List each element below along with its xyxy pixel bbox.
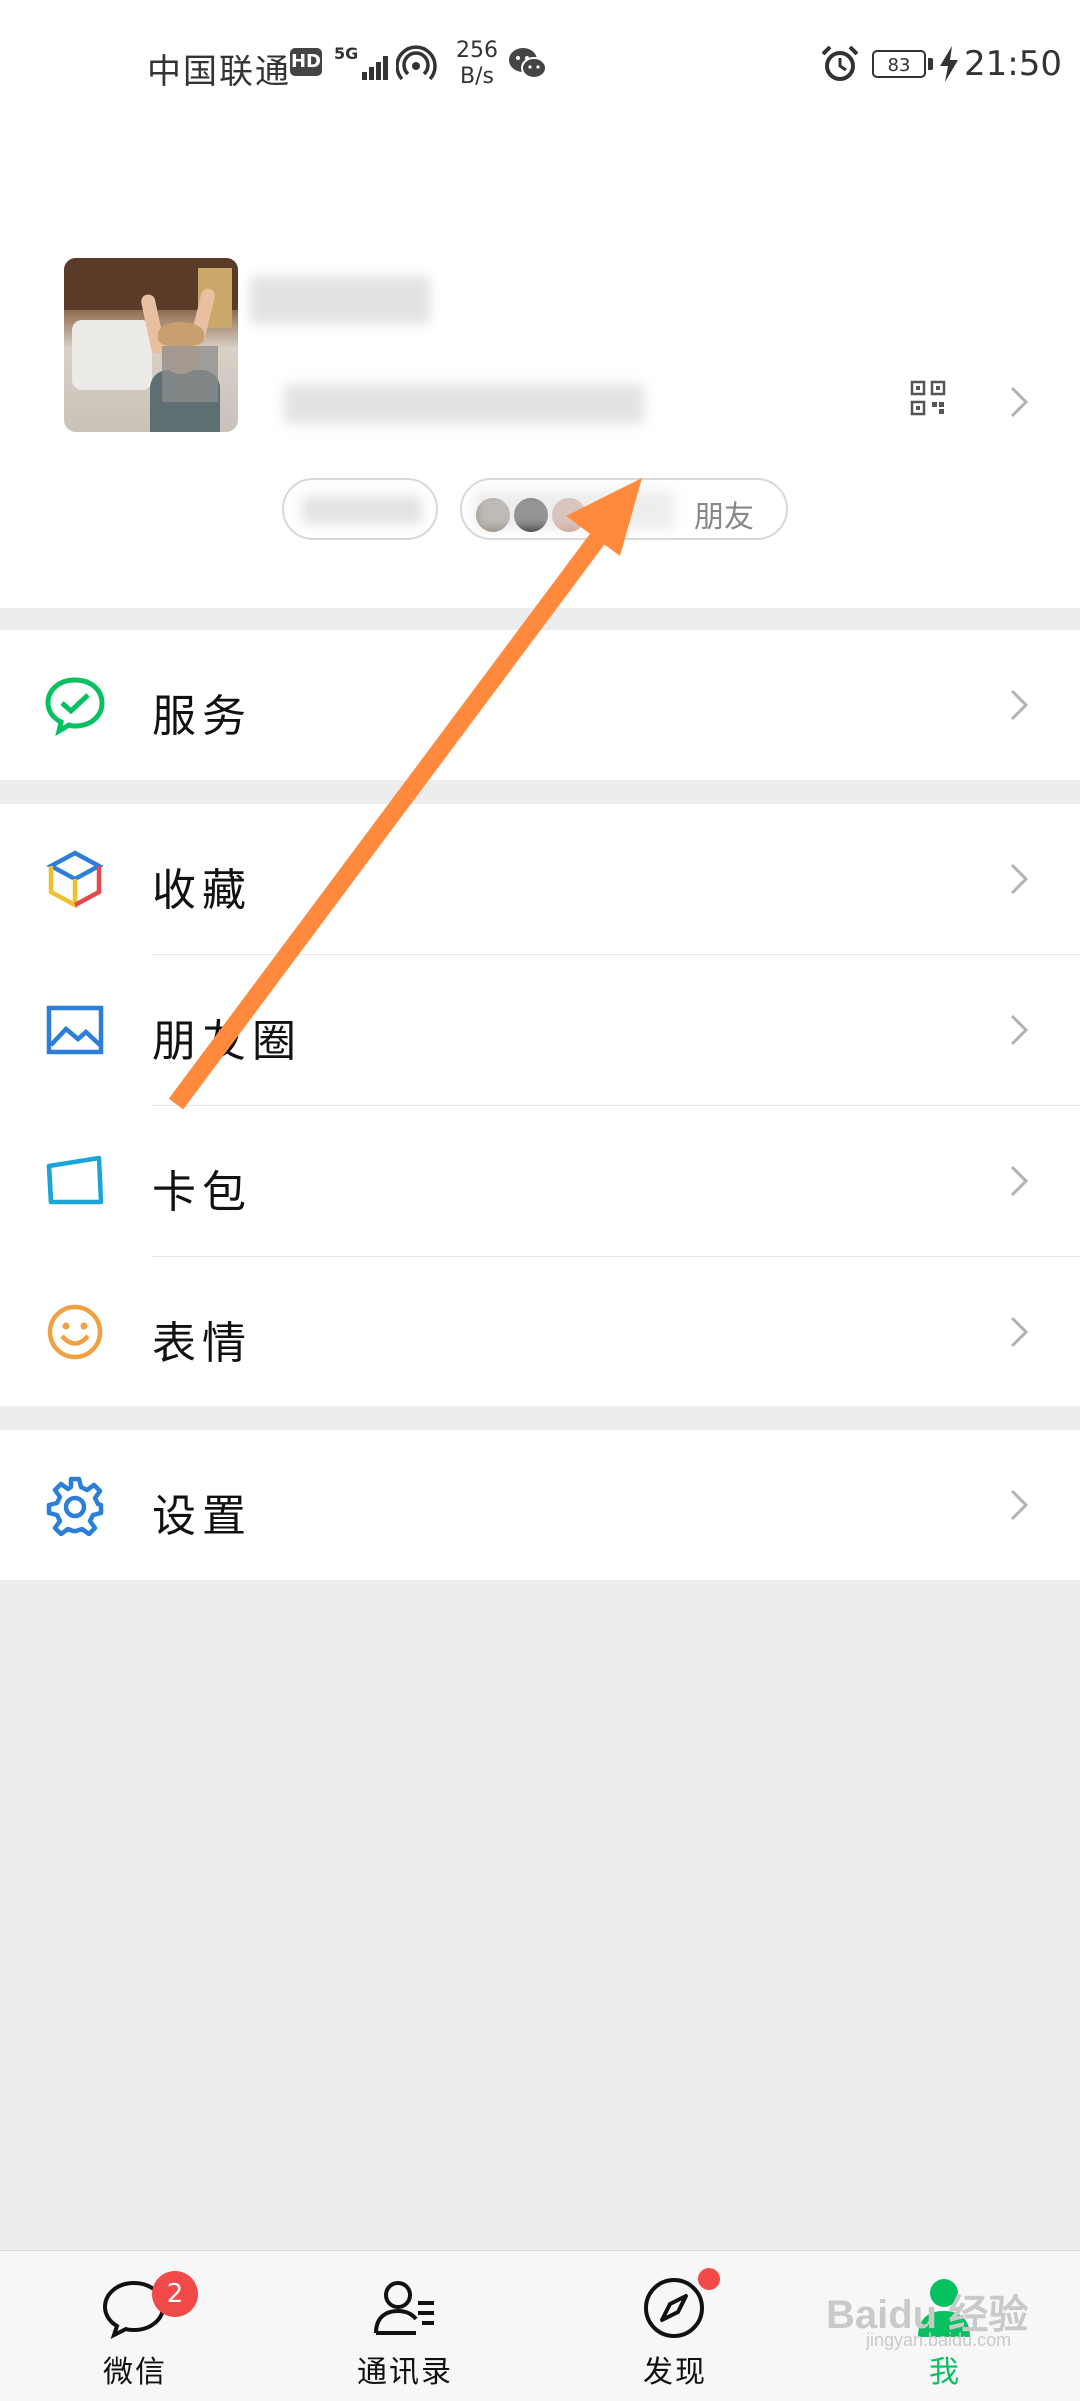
menu-item-service[interactable]: 服务 bbox=[0, 630, 1080, 780]
charging-icon bbox=[940, 46, 958, 82]
menu-label-settings: 设置 bbox=[152, 1491, 252, 1542]
menu-item-favorites[interactable]: 收藏 bbox=[0, 804, 1080, 954]
chevron-right-icon bbox=[1010, 689, 1029, 721]
hotspot-icon bbox=[396, 45, 437, 81]
chevron-right-icon bbox=[1010, 1165, 1029, 1197]
clock: 21:50 bbox=[964, 44, 1062, 84]
chevron-right-icon bbox=[1010, 863, 1029, 895]
menu-label-cards: 卡包 bbox=[152, 1167, 252, 1218]
tab-chats[interactable]: 2 微信 bbox=[0, 2251, 270, 2401]
tab-label-discover: 发现 bbox=[643, 2355, 707, 2390]
avatar[interactable] bbox=[64, 258, 238, 432]
menu-item-cards[interactable]: 卡包 bbox=[0, 1106, 1080, 1256]
net-speed-value: 256 bbox=[456, 38, 498, 63]
status-pill[interactable] bbox=[282, 478, 438, 540]
wechat-notification-icon bbox=[509, 48, 547, 79]
stickers-smiley-icon bbox=[47, 1304, 103, 1360]
menu-label-stickers: 表情 bbox=[152, 1318, 252, 1369]
contacts-icon bbox=[374, 2281, 434, 2335]
menu-label-moments: 朋友圈 bbox=[152, 1016, 302, 1067]
menu-item-stickers[interactable]: 表情 bbox=[0, 1257, 1080, 1407]
chevron-right-icon bbox=[1010, 1014, 1029, 1046]
profile-name-redacted bbox=[250, 276, 430, 324]
unread-badge: 2 bbox=[152, 2271, 198, 2317]
menu-item-moments[interactable]: 朋友圈 bbox=[0, 955, 1080, 1105]
hd-badge: HD bbox=[290, 48, 322, 76]
favorites-cube-icon bbox=[46, 850, 104, 909]
qr-code-icon[interactable] bbox=[910, 380, 946, 416]
friends-pill[interactable]: 朋友 bbox=[460, 478, 788, 540]
battery-tip bbox=[928, 58, 933, 70]
battery-indicator: 83 bbox=[872, 50, 926, 78]
tab-label-chats: 微信 bbox=[103, 2355, 167, 2390]
signal-icon bbox=[350, 50, 390, 80]
discover-notification-dot bbox=[698, 2268, 720, 2290]
tab-label-contacts: 通讯录 bbox=[357, 2355, 453, 2390]
menu-label-service: 服务 bbox=[152, 691, 252, 742]
alarm-icon bbox=[821, 45, 859, 81]
friends-label: 朋友 bbox=[694, 500, 754, 535]
wechat-id-redacted bbox=[284, 384, 644, 424]
chevron-right-icon bbox=[1010, 1316, 1029, 1348]
menu-group-service: 服务 bbox=[0, 630, 1080, 780]
menu-label-favorites: 收藏 bbox=[152, 865, 252, 916]
service-icon bbox=[45, 677, 105, 736]
tab-discover[interactable]: 发现 bbox=[540, 2251, 810, 2401]
compass-icon bbox=[644, 2278, 704, 2338]
tab-contacts[interactable]: 通讯录 bbox=[270, 2251, 540, 2401]
net-speed: 256 B/s bbox=[456, 38, 498, 90]
settings-gear-icon bbox=[46, 1476, 104, 1536]
menu-group-main: 收藏 朋友圈 卡包 表情 bbox=[0, 804, 1080, 1406]
moments-image-icon bbox=[46, 1005, 104, 1055]
menu-item-settings[interactable]: 设置 bbox=[0, 1430, 1080, 1580]
carrier-name: 中国联通 bbox=[147, 52, 291, 92]
cards-wallet-icon bbox=[46, 1155, 104, 1205]
tab-label-me: 我 bbox=[929, 2355, 961, 2390]
baidu-watermark-url: jingyan.baidu.com bbox=[866, 2330, 1012, 2350]
net-speed-unit: B/s bbox=[460, 64, 494, 89]
profile-chevron-icon bbox=[1010, 386, 1029, 418]
menu-group-settings: 设置 bbox=[0, 1430, 1080, 1580]
chevron-right-icon bbox=[1010, 1489, 1029, 1521]
